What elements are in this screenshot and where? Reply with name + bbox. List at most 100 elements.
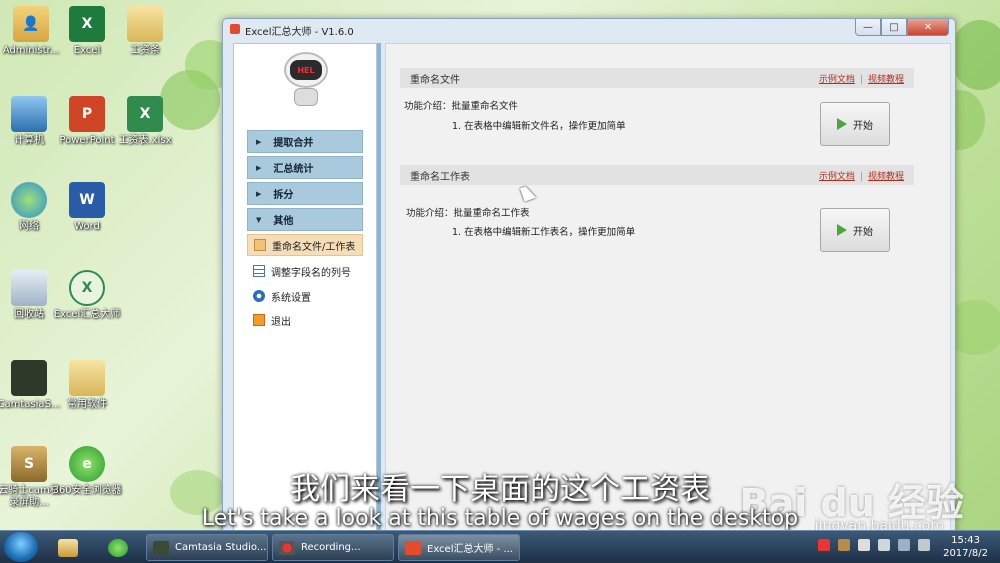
task-label: Camtasia Studio... <box>175 542 267 553</box>
app-icon <box>230 24 240 34</box>
system-tray <box>818 539 930 551</box>
feature-bullet: 1. 在表格中编辑新文件名，操作更加简单 <box>452 121 626 132</box>
play-icon <box>837 118 847 130</box>
sidebar-item-label: 系统设置 <box>271 292 311 304</box>
network-signal-icon[interactable] <box>898 539 910 551</box>
recycle-bin-icon <box>11 270 47 306</box>
play-icon <box>837 224 847 236</box>
battery-icon[interactable] <box>918 539 930 551</box>
word-icon: W <box>69 182 105 218</box>
section-header-rename-file: 重命名文件 示例文档 | 视频教程 <box>400 68 914 88</box>
splitter[interactable] <box>377 43 381 533</box>
section-links: 示例文档 | 视频教程 <box>819 72 904 85</box>
flag-icon[interactable] <box>858 539 870 551</box>
title-bar[interactable]: Excel汇总大师 - V1.6.0 — □ ✕ <box>223 19 955 39</box>
expand-arrow-icon: ▶ <box>256 189 262 198</box>
expand-arrow-icon: ▶ <box>256 163 262 172</box>
menu-group-label: 提取合并 <box>273 138 314 149</box>
link-separator: | <box>859 75 863 85</box>
link-separator: | <box>859 172 863 182</box>
section-title: 重命名工作表 <box>410 171 470 183</box>
clover-decoration <box>950 20 1000 90</box>
menu-group-label: 其他 <box>273 216 294 227</box>
task-label: Recording... <box>301 542 361 553</box>
start-button-label: 开始 <box>853 226 873 238</box>
minimize-button[interactable]: — <box>855 19 881 36</box>
sogou-input-icon[interactable] <box>818 539 830 551</box>
task-label: Excel汇总大师 - ... <box>427 544 513 555</box>
menu-group-extract-merge[interactable]: ▶ 提取合并 <box>247 130 363 153</box>
robot-logo: HEL <box>280 52 332 108</box>
video-tutorial-link[interactable]: 视频教程 <box>868 172 904 182</box>
start-button-label: 开始 <box>853 120 873 132</box>
powerpoint-icon: P <box>69 96 105 132</box>
sidebar-item-adjust-columns[interactable]: 调整字段名的列号 <box>247 260 363 282</box>
camtasia-icon <box>153 540 169 555</box>
feature-bullet: 1. 在表格中编辑新工作表名，操作更加简单 <box>452 227 636 238</box>
excel-icon: X <box>69 6 105 42</box>
window-controls: — □ ✕ <box>855 19 949 36</box>
excel-file-icon: X <box>127 96 163 132</box>
task-excel-master[interactable]: Excel汇总大师 - ... <box>398 534 520 561</box>
app-window: Excel汇总大师 - V1.6.0 — □ ✕ HEL ▶ 提取合并 ▶ 汇总… <box>222 18 956 540</box>
settings-icon <box>253 290 265 302</box>
close-button[interactable]: ✕ <box>907 19 949 36</box>
task-camtasia[interactable]: Camtasia Studio... <box>146 534 268 561</box>
robot-body <box>294 88 318 106</box>
sample-doc-link[interactable]: 示例文档 <box>819 172 855 182</box>
folder-icon <box>58 538 78 557</box>
start-button-rename-file[interactable]: 开始 <box>820 102 890 146</box>
folder-icon <box>127 6 163 42</box>
app-tray-icon[interactable] <box>838 539 850 551</box>
menu-group-split[interactable]: ▶ 拆分 <box>247 182 363 205</box>
excel-master-icon: X <box>69 270 105 306</box>
desktop-icon-excel-master[interactable]: X Excel汇总大师 <box>52 270 122 321</box>
network-icon <box>11 182 47 218</box>
section-links: 示例文档 | 视频教程 <box>819 169 904 182</box>
subtitle-english: Let's take a look at this table of wages… <box>201 506 799 531</box>
desktop-icon-folder[interactable]: 工资条 <box>110 6 180 57</box>
record-icon <box>279 540 295 555</box>
menu-group-label: 汇总统计 <box>273 164 314 175</box>
sidebar-item-exit[interactable]: 退出 <box>247 309 363 331</box>
window-title: Excel汇总大师 - V1.6.0 <box>245 27 354 38</box>
sidebar-item-settings[interactable]: 系统设置 <box>247 285 363 307</box>
sidebar-item-label: 调整字段名的列号 <box>271 267 351 279</box>
clock-date: 2017/8/2 <box>943 548 988 559</box>
menu-group-summary-stats[interactable]: ▶ 汇总统计 <box>247 156 363 179</box>
desktop-icon-xlsx[interactable]: X 工资表.xlsx <box>110 96 180 147</box>
pinned-explorer[interactable] <box>50 534 86 561</box>
sample-doc-link[interactable]: 示例文档 <box>819 75 855 85</box>
clock-time: 15:43 <box>951 535 980 546</box>
collapse-arrow-icon: ▼ <box>256 215 262 224</box>
start-button-windows-icon[interactable] <box>4 532 38 562</box>
feature-intro: 功能介绍：批量重命名文件 <box>404 101 519 112</box>
desktop-icon-label: 工资表.xlsx <box>118 135 172 146</box>
desktop-icon-label: Word <box>74 221 100 232</box>
volume-icon[interactable] <box>878 539 890 551</box>
task-recording[interactable]: Recording... <box>272 534 394 561</box>
maximize-button[interactable]: □ <box>881 19 907 36</box>
start-button-rename-sheet[interactable]: 开始 <box>820 208 890 252</box>
excel-master-icon <box>405 540 421 555</box>
desktop-icon-software-folder[interactable]: 常用软件 <box>52 360 122 411</box>
robot-face: HEL <box>290 60 322 80</box>
desktop-icon-word[interactable]: W Word <box>52 182 122 233</box>
browser-icon <box>108 538 128 557</box>
camtasia-icon <box>11 360 47 396</box>
video-tutorial-link[interactable]: 视频教程 <box>868 75 904 85</box>
exit-icon <box>253 314 265 326</box>
section-title: 重命名文件 <box>410 74 460 86</box>
main-content: 重命名文件 示例文档 | 视频教程 功能介绍：批量重命名文件 1. 在表格中编辑新文… <box>385 43 951 533</box>
pinned-360-browser[interactable] <box>100 534 136 561</box>
rename-icon <box>254 239 266 251</box>
menu-group-label: 拆分 <box>273 190 294 201</box>
section-header-rename-sheet: 重命名工作表 示例文档 | 视频教程 <box>400 165 914 185</box>
menu-group-other[interactable]: ▼ 其他 <box>247 208 363 231</box>
sidebar-item-label: 退出 <box>271 316 291 328</box>
expand-arrow-icon: ▶ <box>256 137 262 146</box>
taskbar-clock[interactable]: 15:43 2017/8/2 <box>943 534 988 560</box>
sidebar-item-rename[interactable]: 重命名文件/工作表 <box>247 234 363 256</box>
user-folder-icon: 👤 <box>13 6 49 42</box>
desktop-icon-label: 工资条 <box>130 45 160 56</box>
